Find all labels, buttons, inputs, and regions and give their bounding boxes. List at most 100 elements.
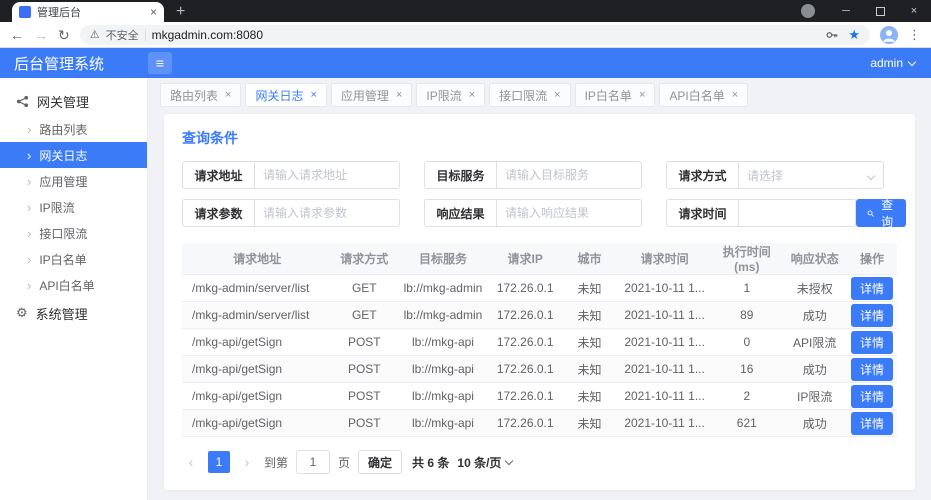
detail-button[interactable]: 详情 — [850, 276, 893, 300]
cell-service: lb://mkg-admin — [396, 274, 490, 302]
prev-page-icon[interactable]: ‹ — [182, 454, 200, 470]
minimize-button[interactable]: ─ — [829, 0, 863, 22]
response-result-input[interactable] — [496, 199, 642, 227]
back-icon[interactable]: ← — [10, 28, 24, 42]
main-area: 路由列表 × 网关日志 × 应用管理 × IP限流 × 接口限流 × IP白名单… — [148, 78, 931, 500]
app-title: 后台管理系统 — [14, 55, 105, 73]
cell-exec: 621 — [711, 409, 783, 437]
cell-url: /mkg-api/getSign — [182, 409, 333, 437]
cell-service: lb://mkg-api — [396, 409, 490, 437]
sidebar-item-api-whitelist[interactable]: › API白名单 — [0, 272, 147, 298]
sidebar-item-route-list[interactable]: › 路由列表 — [0, 116, 147, 142]
cell-time: 2021-10-11 1... — [618, 409, 712, 437]
goto-page-input[interactable] — [296, 450, 331, 474]
tab-close-icon[interactable]: × — [639, 89, 645, 101]
profile-avatar[interactable] — [880, 25, 898, 44]
detail-button[interactable]: 详情 — [850, 384, 893, 408]
page-number-button[interactable]: 1 — [208, 451, 230, 473]
tab-close-icon[interactable]: × — [150, 6, 157, 18]
cell-ip: 172.26.0.1 — [489, 409, 561, 437]
tab-close-icon[interactable]: × — [396, 89, 402, 101]
forward-icon[interactable]: → — [34, 28, 48, 42]
bookmark-star-icon[interactable]: ★ — [848, 28, 860, 41]
address-bar[interactable]: ⚠ 不安全 mkgadmin.com:8080 ★ — [79, 24, 870, 45]
search-button[interactable]: 查询 — [856, 198, 907, 229]
cell-ip: 172.26.0.1 — [489, 301, 561, 329]
request-method-select[interactable]: 请选择 — [738, 161, 884, 189]
sidebar: 网关管理 › 路由列表 › 网关日志 › 应用管理 › IP限流 › 接口限流 … — [0, 78, 148, 500]
browser-menu-icon[interactable]: ⋮ — [908, 27, 921, 43]
query-form-row-2: 请求参数 响应结果 请求时间 查询 — [182, 198, 907, 229]
field-request-method: 请求方式 请选择 — [666, 161, 884, 189]
tab-gateway-logs[interactable]: 网关日志 × — [245, 83, 327, 107]
detail-button[interactable]: 详情 — [850, 411, 893, 435]
browser-tab[interactable]: 管理后台 × — [12, 2, 164, 22]
tab-app-management[interactable]: 应用管理 × — [330, 83, 413, 107]
tab-close-icon[interactable]: × — [554, 89, 560, 101]
detail-button[interactable]: 详情 — [850, 330, 893, 354]
target-service-input[interactable] — [496, 161, 642, 189]
sidebar-group-gateway[interactable]: 网关管理 — [0, 86, 147, 116]
new-tab-button[interactable]: + — [176, 4, 185, 20]
query-section-title: 查询条件 — [182, 130, 238, 146]
sidebar-item-ip-limit[interactable]: › IP限流 — [0, 194, 147, 220]
tab-ip-whitelist[interactable]: IP白名单 × — [574, 83, 656, 107]
table-row: /mkg-api/getSign POST lb://mkg-api 172.2… — [182, 355, 897, 383]
logs-table: 请求地址 请求方式 目标服务 请求IP 城市 请求时间 执行时间(ms) 响应状… — [182, 243, 897, 437]
select-placeholder: 请选择 — [747, 168, 784, 183]
sidebar-item-api-limit[interactable]: › 接口限流 — [0, 220, 147, 246]
detail-button[interactable]: 详情 — [850, 357, 893, 381]
sidebar-item-ip-whitelist[interactable]: › IP白名单 — [0, 246, 147, 272]
url-text[interactable]: mkgadmin.com:8080 — [152, 28, 263, 42]
tab-label: 网关日志 — [255, 88, 304, 103]
maximize-button[interactable] — [863, 0, 897, 22]
page-size-select[interactable]: 10 条/页 — [457, 454, 514, 471]
sidebar-item-gateway-logs[interactable]: › 网关日志 — [0, 142, 147, 168]
cell-city: 未知 — [560, 274, 619, 302]
field-label: 请求参数 — [182, 199, 254, 227]
cell-exec: 1 — [711, 274, 783, 302]
tab-api-limit[interactable]: 接口限流 × — [489, 83, 571, 107]
tab-api-whitelist[interactable]: API白名单 × — [659, 83, 749, 107]
window-close-button[interactable]: × — [897, 0, 931, 22]
next-page-icon[interactable]: › — [238, 454, 256, 470]
tab-close-icon[interactable]: × — [310, 89, 316, 101]
sidebar-item-app-management[interactable]: › 应用管理 — [0, 168, 147, 194]
window-controls: ─ × — [801, 0, 931, 22]
tab-close-icon[interactable]: × — [469, 89, 475, 101]
confirm-button[interactable]: 确定 — [358, 450, 403, 474]
col-request-url: 请求地址 — [182, 243, 333, 275]
detail-button[interactable]: 详情 — [850, 303, 893, 327]
field-label: 响应结果 — [424, 199, 496, 227]
password-key-icon[interactable] — [825, 28, 839, 42]
cell-method: GET — [332, 274, 397, 302]
field-label: 请求方式 — [666, 161, 738, 189]
tab-close-icon[interactable]: × — [732, 89, 738, 101]
sidebar-group-label: 系统管理 — [35, 306, 88, 322]
tab-close-icon[interactable]: × — [225, 89, 231, 101]
refresh-icon[interactable]: ↻ — [58, 28, 70, 42]
cell-exec: 0 — [711, 328, 783, 356]
sidebar-item-label: 路由列表 — [39, 122, 88, 137]
total-count-label: 共 6 条 — [412, 455, 450, 470]
request-time-input[interactable] — [738, 199, 856, 227]
col-city: 城市 — [560, 243, 619, 275]
cell-service: lb://mkg-api — [396, 328, 490, 356]
content-card: 查询条件 请求地址 目标服务 请求方式 请选择 请求参数 — [164, 114, 915, 490]
request-params-input[interactable] — [254, 199, 400, 227]
field-request-url: 请求地址 — [182, 161, 400, 189]
cell-time: 2021-10-11 1... — [618, 301, 712, 329]
browser-profile-badge-icon[interactable] — [801, 4, 815, 18]
tab-ip-limit[interactable]: IP限流 × — [416, 83, 486, 107]
sidebar-collapse-button[interactable]: ≡ — [148, 52, 172, 74]
security-label: 不安全 — [105, 29, 139, 42]
cell-city: 未知 — [560, 355, 619, 383]
cell-url: /mkg-api/getSign — [182, 328, 333, 356]
tab-route-list[interactable]: 路由列表 × — [160, 83, 242, 107]
request-url-input[interactable] — [254, 161, 400, 189]
user-menu[interactable]: admin — [870, 56, 917, 70]
query-form-row-1: 请求地址 目标服务 请求方式 请选择 — [182, 161, 897, 189]
cell-ip: 172.26.0.1 — [489, 355, 561, 383]
tab-title: 管理后台 — [37, 7, 81, 19]
sidebar-group-system[interactable]: ⚙ 系统管理 — [0, 298, 147, 328]
